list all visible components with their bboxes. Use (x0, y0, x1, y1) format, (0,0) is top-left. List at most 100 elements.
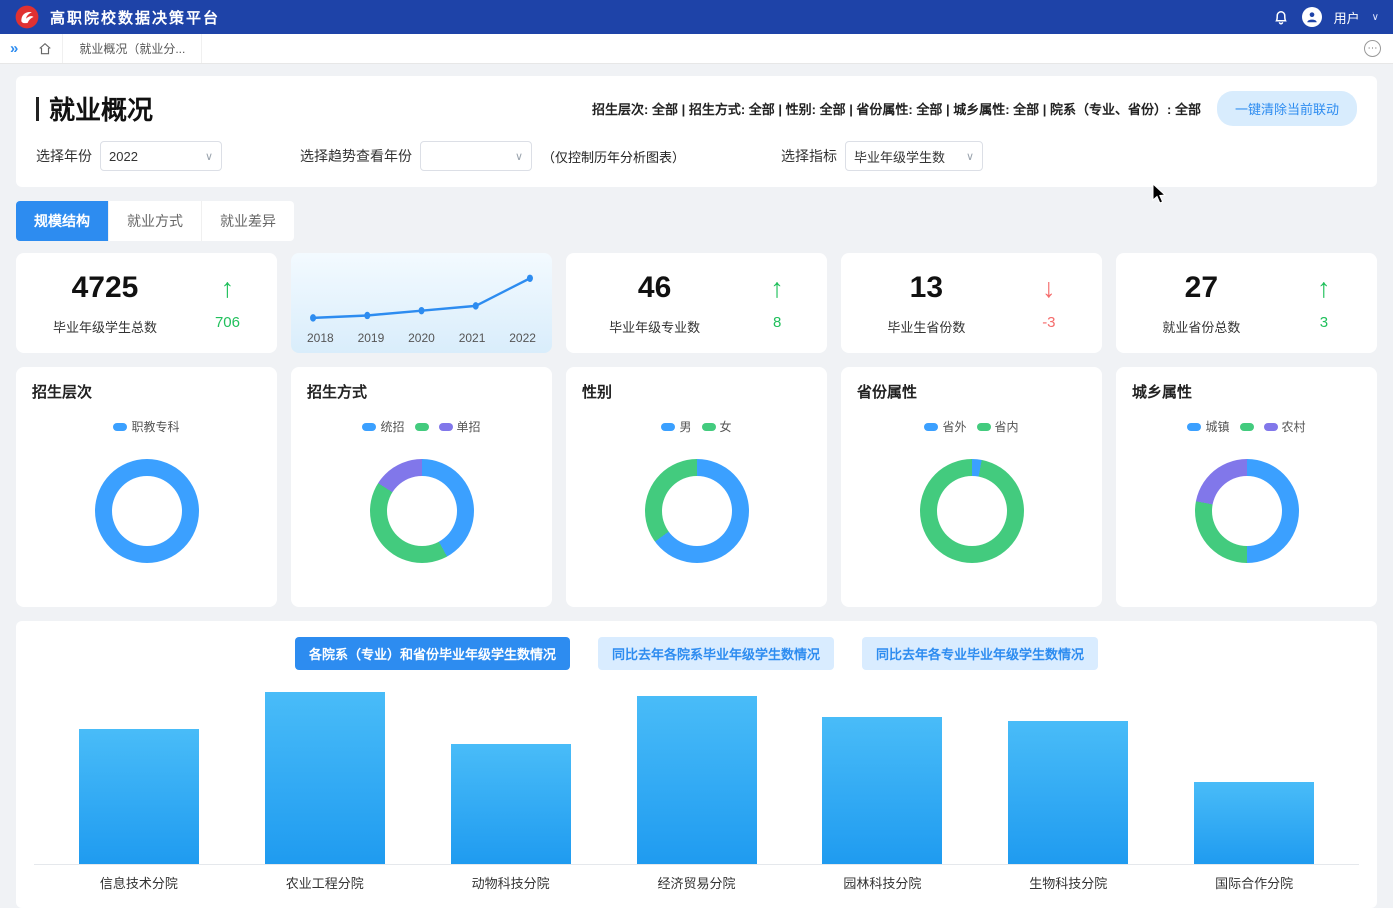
legend-swatch (977, 423, 991, 431)
year-select-label: 选择年份 (36, 146, 92, 166)
legend-item[interactable]: 省外 (924, 418, 966, 435)
legend-item[interactable] (1240, 423, 1254, 431)
kpi-delta: -3 (1042, 314, 1056, 331)
bar[interactable] (822, 717, 942, 864)
bar-category-label: 园林科技分院 (789, 873, 975, 892)
bar[interactable] (451, 744, 571, 864)
chevron-down-icon: ∨ (966, 150, 974, 163)
user-avatar[interactable] (1302, 7, 1322, 27)
section-tabs: 规模结构 就业方式 就业差异 (16, 201, 1377, 241)
tab-scale-structure[interactable]: 规模结构 (16, 201, 109, 241)
legend-swatch (1187, 423, 1201, 431)
metric-select-value: 毕业年级学生数 (854, 147, 945, 166)
legend-item[interactable]: 农村 (1264, 418, 1306, 435)
donut-chart-gender[interactable] (645, 459, 749, 563)
legend-swatch (702, 423, 716, 431)
spark-year-label: 2022 (509, 331, 536, 345)
chart-title: 招生层次 (32, 381, 261, 402)
kpi-delta: 8 (770, 314, 784, 331)
open-page-tab[interactable]: 就业概况（就业分... (62, 34, 202, 63)
legend-swatch (1264, 423, 1278, 431)
topbar: 高职院校数据决策平台 用户 ∨ (0, 0, 1393, 34)
spark-year-label: 2020 (408, 331, 435, 345)
bar-group[interactable] (604, 696, 790, 864)
bar-group[interactable] (1161, 782, 1347, 864)
kpi-trend-sparkline-card[interactable]: 20182019202020212022 (291, 253, 552, 353)
bar[interactable] (79, 729, 199, 864)
donut-card-gender: 性别 男女 (566, 367, 827, 607)
bar[interactable] (265, 692, 385, 864)
spark-year-label: 2019 (358, 331, 385, 345)
kpi-delta: 3 (1317, 314, 1331, 331)
bar[interactable] (637, 696, 757, 864)
legend-item[interactable] (415, 423, 429, 431)
year-select[interactable]: 2022 ∨ (100, 141, 222, 171)
bar[interactable] (1194, 782, 1314, 864)
person-icon (1305, 10, 1319, 24)
kpi-label: 毕业生省份数 (887, 317, 965, 336)
trend-select-note: （仅控制历年分析图表） (542, 147, 685, 166)
sidebar-collapse-icon[interactable]: » (0, 40, 28, 57)
clear-linkage-button[interactable]: 一键清除当前联动 (1217, 91, 1357, 126)
bar-group[interactable] (975, 721, 1161, 864)
trend-year-select[interactable]: ∨ (420, 141, 532, 171)
kpi-card-total-students[interactable]: 4725 毕业年级学生总数 ↑ 706 (16, 253, 277, 353)
tab-yoy-department-students[interactable]: 同比去年各院系毕业年级学生数情况 (598, 637, 834, 670)
chart-legend: 城镇 农村 (1132, 418, 1361, 435)
trend-down-icon: ↓ (1042, 275, 1056, 302)
bar[interactable] (1008, 721, 1128, 864)
legend-item[interactable]: 男 (661, 418, 691, 435)
spark-year-label: 2021 (459, 331, 486, 345)
kpi-label: 就业省份总数 (1162, 317, 1240, 336)
bar-category-label: 经济贸易分院 (604, 873, 790, 892)
trend-sparkline (301, 261, 542, 329)
legend-swatch (661, 423, 675, 431)
bar-group[interactable] (46, 729, 232, 864)
legend-item[interactable]: 单招 (439, 418, 481, 435)
donut-chart-province-attribute[interactable] (920, 459, 1024, 563)
legend-label: 省外 (942, 418, 966, 435)
page-title: 就业概况 (49, 90, 153, 127)
legend-label: 农村 (1282, 418, 1306, 435)
legend-item[interactable]: 职教专科 (113, 418, 179, 435)
bar-category-label: 生物科技分院 (975, 873, 1161, 892)
donut-chart-urban-rural[interactable] (1195, 459, 1299, 563)
user-menu-label[interactable]: 用户 (1334, 8, 1360, 27)
donut-card-enrollment-level: 招生层次 职教专科 (16, 367, 277, 607)
bar-chart-plot[interactable] (34, 690, 1359, 865)
tab-employment-mode[interactable]: 就业方式 (109, 201, 202, 241)
donut-card-urban-rural: 城乡属性 城镇 农村 (1116, 367, 1377, 607)
donut-chart-enrollment-mode[interactable] (370, 459, 474, 563)
metric-select[interactable]: 毕业年级学生数 ∨ (845, 141, 983, 171)
main-content: 就业概况 招生层次: 全部 | 招生方式: 全部 | 性别: 全部 | 省份属性… (0, 64, 1393, 908)
app-title: 高职院校数据决策平台 (50, 7, 220, 28)
kpi-row: 4725 毕业年级学生总数 ↑ 706 20182019202020212022… (16, 253, 1377, 353)
bar-group[interactable] (789, 717, 975, 864)
home-icon[interactable] (28, 42, 62, 56)
bar-chart-x-axis: 信息技术分院农业工程分院动物科技分院经济贸易分院园林科技分院生物科技分院国际合作… (34, 873, 1359, 898)
bar-group[interactable] (232, 692, 418, 864)
kpi-card-origin-province-count[interactable]: 13 毕业生省份数 ↓ -3 (841, 253, 1102, 353)
legend-item[interactable]: 省内 (977, 418, 1019, 435)
chart-title: 性别 (582, 381, 811, 402)
chevron-down-icon[interactable]: ∨ (1372, 12, 1379, 23)
legend-item[interactable]: 统招 (362, 418, 404, 435)
kpi-card-employment-province-count[interactable]: 27 就业省份总数 ↑ 3 (1116, 253, 1377, 353)
tab-employment-gap[interactable]: 就业差异 (202, 201, 294, 241)
kpi-card-major-count[interactable]: 46 毕业年级专业数 ↑ 8 (566, 253, 827, 353)
bar-group[interactable] (418, 744, 604, 864)
legend-swatch (1240, 423, 1254, 431)
legend-swatch (362, 423, 376, 431)
tab-options-icon[interactable]: ⋯ (1364, 40, 1381, 57)
kpi-value: 46 (609, 271, 700, 305)
tab-department-province-students[interactable]: 各院系（专业）和省份毕业年级学生数情况 (295, 637, 570, 670)
tab-yoy-major-students[interactable]: 同比去年各专业毕业年级学生数情况 (862, 637, 1098, 670)
legend-item[interactable]: 女 (702, 418, 732, 435)
legend-label: 省内 (995, 418, 1019, 435)
legend-item[interactable]: 城镇 (1187, 418, 1229, 435)
chart-title: 城乡属性 (1132, 381, 1361, 402)
bar-category-label: 动物科技分院 (418, 873, 604, 892)
donut-chart-enrollment-level[interactable] (95, 459, 199, 563)
notification-bell-icon[interactable] (1272, 8, 1290, 26)
donut-row: 招生层次 职教专科 招生方式 统招单招 性别 男女 省份属性 省外省内 城乡属性… (16, 367, 1377, 607)
